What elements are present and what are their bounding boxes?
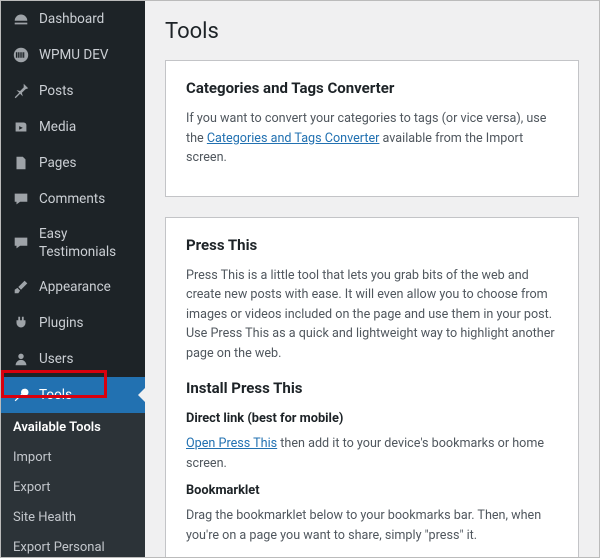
sidebar-item-users[interactable]: Users <box>1 341 145 377</box>
menu-label: WPMU DEV <box>39 46 109 64</box>
menu-label: Comments <box>39 190 105 208</box>
sidebar-item-dashboard[interactable]: Dashboard <box>1 1 145 37</box>
categories-tags-card: Categories and Tags Converter If you wan… <box>165 60 579 197</box>
tools-submenu: Available Tools Import Export Site Healt… <box>1 413 145 557</box>
install-heading: Install Press This <box>186 379 558 397</box>
sidebar-item-appearance[interactable]: Appearance <box>1 269 145 305</box>
page-title: Tools <box>165 19 579 44</box>
submenu-site-health[interactable]: Site Health <box>1 503 145 533</box>
menu-label: Pages <box>39 154 77 172</box>
dashboard-icon <box>11 9 31 29</box>
submenu-export-personal-data[interactable]: Export Personal Data <box>1 533 145 557</box>
wpmudev-icon <box>11 45 31 65</box>
wrench-icon <box>11 385 31 405</box>
brush-icon <box>11 277 31 297</box>
card-text: If you want to convert your categories t… <box>186 109 558 168</box>
menu-label: Posts <box>39 82 73 100</box>
sidebar-item-pages[interactable]: Pages <box>1 145 145 181</box>
sidebar-item-tools[interactable]: Tools <box>1 377 145 413</box>
comment-icon <box>11 189 31 209</box>
direct-link-text: Open Press This then add it to your devi… <box>186 434 558 473</box>
direct-link-label: Direct link (best for mobile) <box>186 411 558 426</box>
card-heading: Press This <box>186 236 558 254</box>
menu-label: Appearance <box>39 278 111 296</box>
sidebar-item-comments[interactable]: Comments <box>1 181 145 217</box>
submenu-available-tools[interactable]: Available Tools <box>1 413 145 443</box>
sidebar-item-wpmudev[interactable]: WPMU DEV <box>1 37 145 73</box>
content-area: Tools Categories and Tags Converter If y… <box>145 1 599 557</box>
user-icon <box>11 349 31 369</box>
open-press-this-link[interactable]: Open Press This <box>186 436 277 451</box>
plug-icon <box>11 313 31 333</box>
bookmarklet-label: Bookmarklet <box>186 483 558 498</box>
menu-label: Plugins <box>39 314 84 332</box>
page-icon <box>11 153 31 173</box>
menu-label: Dashboard <box>39 10 104 28</box>
media-icon <box>11 117 31 137</box>
admin-sidebar: Dashboard WPMU DEV Posts Media Pages Com… <box>1 1 145 557</box>
sidebar-item-plugins[interactable]: Plugins <box>1 305 145 341</box>
sidebar-item-posts[interactable]: Posts <box>1 73 145 109</box>
menu-label: Users <box>39 350 73 368</box>
sidebar-item-media[interactable]: Media <box>1 109 145 145</box>
menu-label: Media <box>39 118 76 136</box>
pin-icon <box>11 81 31 101</box>
card-heading: Categories and Tags Converter <box>186 79 558 97</box>
sidebar-item-easy-testimonials[interactable]: Easy Testimonials <box>1 217 145 269</box>
menu-label: Easy Testimonials <box>39 225 135 261</box>
submenu-import[interactable]: Import <box>1 443 145 473</box>
press-this-description: Press This is a little tool that lets yo… <box>186 266 558 364</box>
categories-tags-converter-link[interactable]: Categories and Tags Converter <box>207 131 380 146</box>
testimonial-icon <box>11 233 31 253</box>
bookmarklet-description: Drag the bookmarklet below to your bookm… <box>186 506 558 545</box>
press-this-card: Press This Press This is a little tool t… <box>165 217 579 557</box>
menu-label: Tools <box>39 386 72 404</box>
submenu-export[interactable]: Export <box>1 473 145 503</box>
